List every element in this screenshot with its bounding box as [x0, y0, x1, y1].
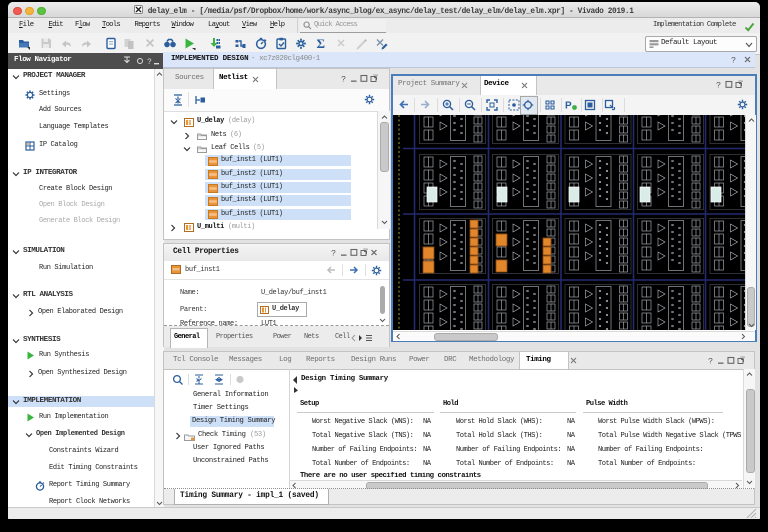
- svg-text:?: ?: [331, 249, 336, 258]
- svg-text:?: ?: [716, 81, 721, 90]
- svg-text:?: ?: [341, 75, 346, 84]
- svg-text:?: ?: [708, 357, 713, 366]
- svg-text:?: ?: [731, 56, 736, 65]
- svg-text:P: P: [565, 101, 572, 112]
- svg-text:Σ: Σ: [317, 36, 326, 50]
